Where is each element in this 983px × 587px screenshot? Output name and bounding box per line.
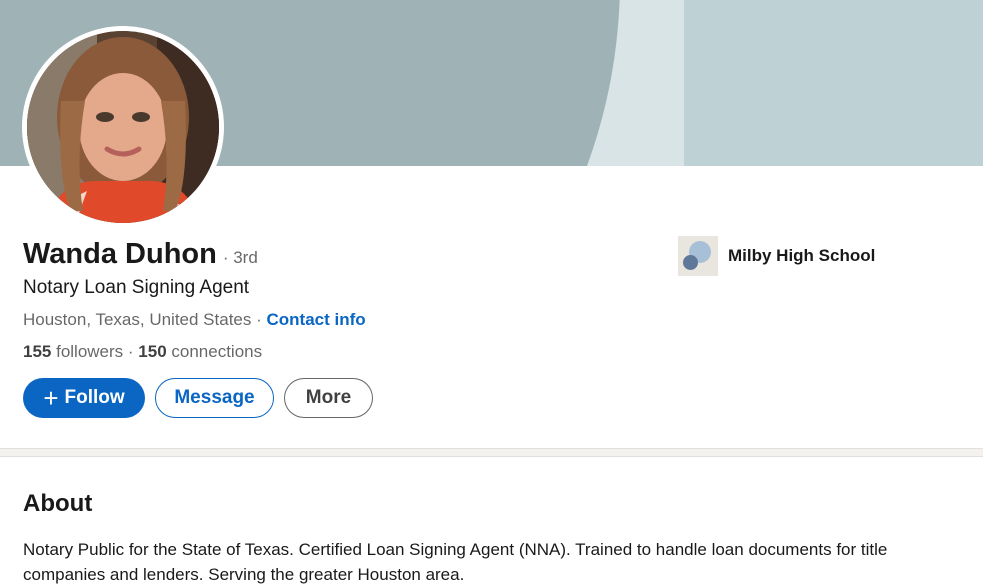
name-row: Wanda Duhon · 3rd: [23, 238, 258, 271]
follow-label: Follow: [64, 387, 125, 408]
contact-info-link[interactable]: Contact info: [266, 310, 365, 329]
avatar-portrait-image: [27, 31, 219, 223]
profile-avatar[interactable]: [22, 26, 224, 228]
connections-count[interactable]: 150: [138, 342, 166, 361]
profile-headline: Notary Loan Signing Agent: [23, 277, 250, 298]
about-section: About Notary Public for the State of Tex…: [0, 457, 983, 587]
plus-icon: +: [43, 383, 59, 413]
follow-button[interactable]: + Follow: [23, 378, 145, 418]
banner-right-panel: [684, 0, 983, 166]
stats-row: 155 followers · 150 connections: [23, 342, 262, 362]
education-item[interactable]: Milby High School: [678, 236, 875, 276]
connections-label: connections: [166, 342, 263, 361]
about-text: Notary Public for the State of Texas. Ce…: [23, 540, 888, 584]
avatar-photo: [27, 31, 219, 223]
message-button[interactable]: Message: [155, 378, 274, 418]
connections-separator: ·: [123, 342, 139, 361]
followers-count: 155: [23, 342, 52, 361]
about-title: About: [23, 490, 93, 517]
school-logo-icon: [678, 236, 718, 276]
more-button[interactable]: More: [284, 378, 373, 418]
section-divider: [0, 448, 983, 457]
profile-card: Wanda Duhon · 3rd Notary Loan Signing Ag…: [0, 0, 983, 448]
connection-degree: · 3rd: [222, 248, 258, 267]
profile-name: Wanda Duhon: [23, 238, 217, 270]
location-row: Houston, Texas, United States · Contact …: [23, 310, 366, 330]
school-name: Milby High School: [728, 246, 876, 265]
profile-location: Houston, Texas, United States: [23, 310, 252, 329]
followers-label: followers: [51, 342, 124, 361]
location-separator: ·: [251, 310, 267, 329]
